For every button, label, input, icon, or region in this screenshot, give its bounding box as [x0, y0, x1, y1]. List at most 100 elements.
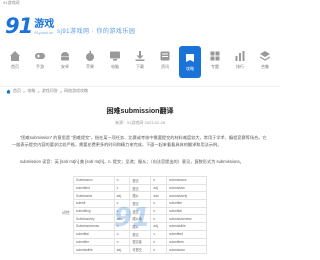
table-cell: submissiveness — [166, 214, 207, 224]
nav-item-4[interactable]: 电脑 — [104, 44, 126, 78]
home-icon[interactable] — [6, 89, 11, 94]
article-paragraph-1: “困难submission” 的意思是 “困难提交”，指在某一项任务、比赛或考核… — [12, 135, 267, 147]
breadcrumb: 首页 > 攻略 > 游戏问答 > 网络游戏攻略 — [6, 88, 88, 94]
nav-item-3[interactable]: 苹果 — [79, 44, 101, 78]
site-logo[interactable]: 91 游戏 91youxi.cn — [5, 14, 55, 38]
nav-item-label: 攻略 — [186, 66, 194, 71]
svg-text:91: 91 — [114, 203, 150, 232]
breadcrumb-link[interactable]: 首页 — [13, 88, 21, 94]
breadcrumb-separator: > — [37, 88, 40, 94]
apple-icon — [84, 50, 96, 61]
table-cell: n. — [150, 214, 168, 224]
top-bar: 91游戏网 — [0, 0, 280, 8]
article-title: 困难submission翻译 — [106, 108, 174, 115]
table-row: submitter n. 提交者 n. submitters — [73, 237, 207, 247]
table-cell: submission — [166, 245, 207, 254]
news-icon — [159, 50, 171, 61]
table-row: Submissive adj. 顺从 adv. submissively — [73, 191, 207, 201]
nav-item-label: 专题 — [211, 64, 219, 69]
table-row: Submission n. 提交 n. submissions — [73, 176, 207, 185]
table-cell: adj. — [150, 222, 168, 231]
nav-item-2[interactable]: 安卓 — [54, 44, 76, 78]
table-cell: submitted — [73, 183, 115, 193]
table-cell: submissible — [73, 245, 115, 254]
table-cell: submitted — [166, 229, 207, 239]
article-paragraph-2: submission 读音：英 [səbˈmɪʃn] 美 [səbˈmɪʃn]，… — [20, 159, 244, 164]
table-cell: n. — [150, 199, 168, 208]
table-cell: n. — [113, 237, 131, 247]
download-icon — [134, 50, 146, 61]
layers-icon — [259, 50, 271, 61]
table-cell: submitter — [73, 237, 115, 247]
breadcrumb-separator: > — [59, 88, 63, 94]
chart-icon — [234, 50, 246, 61]
nav-item-7[interactable]: 攻略 — [179, 46, 201, 78]
home-icon — [9, 50, 21, 61]
nav-item-5[interactable]: 下载 — [129, 44, 151, 78]
nav-item-label: 合集 — [261, 64, 269, 69]
nav-item-9[interactable]: 排行 — [229, 44, 251, 78]
table-cell: submitters — [166, 237, 207, 247]
table-cell: submitter — [166, 199, 207, 208]
table-cell: adj. — [113, 191, 131, 201]
table-cell: Submissive — [73, 191, 115, 201]
table-row: submissible adj. 可提交 n. submission — [73, 245, 207, 254]
breadcrumb-link[interactable]: 网络游戏攻略 — [64, 88, 88, 94]
table-cell: submittal — [166, 206, 207, 216]
table-cell: submit — [73, 199, 115, 208]
table-cell: submissively — [166, 191, 207, 201]
nav-item-label: 电脑 — [111, 64, 119, 69]
table-cell: adj. — [113, 245, 131, 254]
logo-domain: 91youxi.cn — [34, 30, 54, 35]
table-cell: submitting — [73, 206, 115, 216]
nav-item-label: 资讯 — [161, 64, 169, 69]
nav-item-6[interactable]: 资讯 — [154, 44, 176, 78]
table-cell: adj. — [150, 183, 168, 193]
table-cell: Submissiveness — [73, 222, 115, 231]
logo-number: 91 — [5, 14, 33, 38]
table-cell: n. — [150, 245, 168, 254]
table-cell: adv. — [150, 191, 168, 201]
table-cell: Submission — [73, 176, 115, 185]
top-bar-text: 91游戏网 — [3, 0, 20, 5]
main-nav: 首页 手游 安卓 苹果 电脑 下载 资讯 攻略 专题 排行 合集 — [0, 44, 280, 84]
table-side-label: 词性 — [62, 210, 70, 215]
nav-item-8[interactable]: 专题 — [204, 44, 226, 78]
nav-item-label: 排行 — [236, 64, 244, 69]
table-cell: n. — [150, 206, 168, 216]
table-cell: v. — [113, 183, 131, 193]
site-slogan: sj91游戏网 · 你的游戏乐园 — [57, 29, 136, 35]
logo-name: 游戏 — [34, 19, 55, 30]
table-cell: n. — [113, 176, 131, 185]
guide-icon — [184, 52, 196, 63]
nav-item-label: 首页 — [11, 64, 19, 69]
nav-item-1[interactable]: 手游 — [29, 44, 51, 78]
breadcrumb-link[interactable]: 游戏问答 — [42, 88, 58, 94]
nav-item-label: 安卓 — [61, 64, 69, 69]
table-cell: 提交 — [129, 183, 152, 193]
breadcrumb-link[interactable]: 攻略 — [27, 88, 35, 94]
nav-item-label: 苹果 — [86, 64, 94, 69]
table-cell: n. — [150, 237, 168, 247]
table-row: submitted v. 提交 adj. submissive — [73, 183, 207, 193]
table-cell: 提交 — [129, 176, 152, 185]
table-cell: submissive — [166, 183, 207, 193]
table-cell: submittal — [73, 229, 115, 239]
grid-icon — [209, 50, 221, 61]
android-icon — [59, 50, 71, 61]
article-meta: 来源：91游戏网 2023-02-28 — [114, 120, 166, 125]
table-cell: submissions — [166, 176, 207, 185]
monitor-icon — [109, 50, 121, 61]
nav-item-label: 手游 — [36, 64, 44, 69]
nav-item-0[interactable]: 首页 — [4, 44, 26, 78]
table-cell: Submissively — [73, 214, 115, 224]
divider — [0, 86, 280, 87]
table-cell: submissible — [166, 222, 207, 231]
watermark-logo-icon: 91 — [114, 203, 150, 232]
nav-item-10[interactable]: 合集 — [254, 44, 276, 78]
table-cell: 顺从 — [129, 191, 152, 201]
breadcrumb-separator: > — [23, 88, 26, 94]
header: 91 游戏 91youxi.cn sj91游戏网 · 你的游戏乐园 — [0, 10, 280, 40]
gamepad-icon — [34, 50, 46, 61]
table-cell: 可提交 — [129, 245, 152, 254]
